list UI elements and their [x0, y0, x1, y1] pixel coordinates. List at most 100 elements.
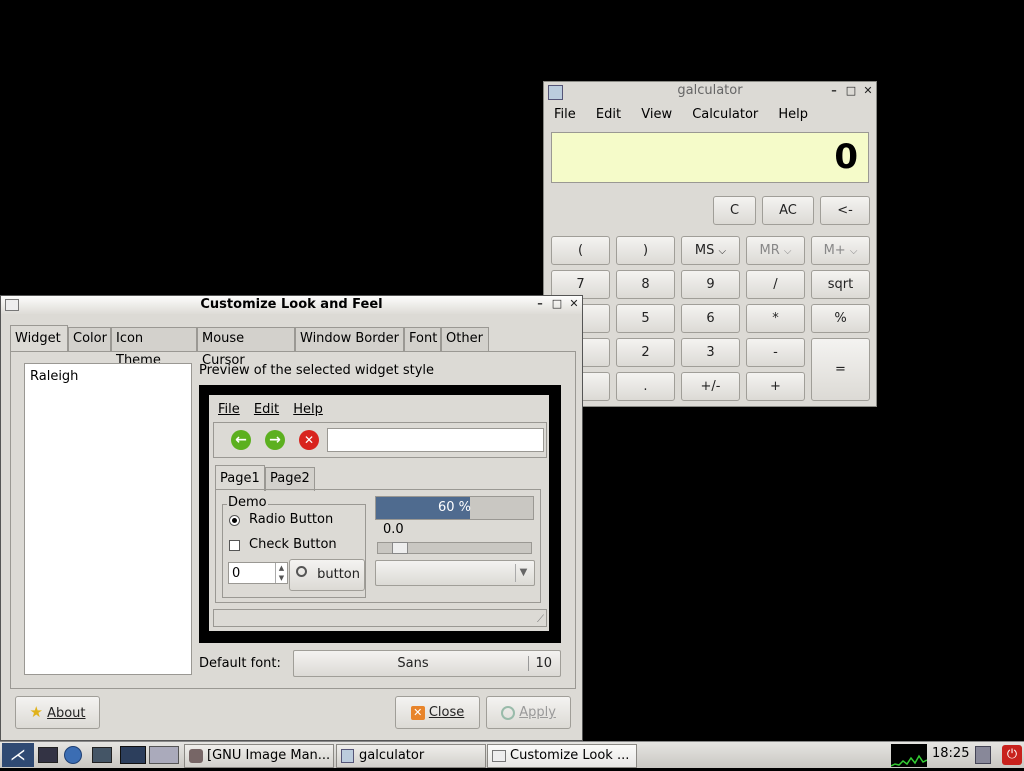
workspace-2-icon[interactable]	[149, 746, 179, 764]
key-equals[interactable]: =	[811, 338, 870, 401]
maximize-icon[interactable]: □	[550, 297, 564, 311]
key-9[interactable]: 9	[681, 270, 740, 299]
menu-file[interactable]: File	[546, 104, 584, 126]
preview-menubar: File Edit Help	[213, 399, 549, 421]
galculator-titlebar[interactable]: galculator – □ ✕	[544, 82, 876, 101]
close-button[interactable]: ✕ Close	[395, 696, 480, 729]
key-percent[interactable]: %	[811, 304, 870, 333]
minimize-icon[interactable]: –	[533, 297, 547, 311]
key-5[interactable]: 5	[616, 304, 675, 333]
demo-frame-label: Demo	[227, 495, 268, 510]
clock[interactable]: 18:25	[932, 746, 969, 761]
theme-item-raleigh[interactable]: Raleigh	[25, 364, 191, 389]
key-plus[interactable]: +	[746, 372, 805, 401]
tab-other[interactable]: Other	[441, 327, 489, 351]
font-name: Sans	[397, 656, 429, 671]
close-x-icon: ✕	[410, 706, 425, 720]
back-icon[interactable]: ←	[231, 430, 251, 450]
galculator-menubar: File Edit View Calculator Help	[546, 104, 876, 126]
cpu-graph-icon	[890, 754, 928, 767]
scale-trough[interactable]	[377, 542, 532, 554]
menu-calculator[interactable]: Calculator	[684, 104, 766, 126]
tab-widget[interactable]: Widget	[10, 325, 68, 351]
preview-menu-help[interactable]: Help	[288, 399, 328, 421]
menu-edit[interactable]: Edit	[588, 104, 629, 126]
memory-recall-button[interactable]: MR ⌵	[746, 236, 805, 265]
scale-slider-handle[interactable]	[392, 542, 408, 554]
task-customize-look[interactable]: Customize Look ...	[487, 744, 637, 768]
tab-icon-theme[interactable]: Icon Theme	[111, 327, 197, 368]
task-galculator[interactable]: galculator	[336, 744, 486, 768]
window-list-icon[interactable]	[92, 747, 112, 763]
apply-button[interactable]: Apply	[486, 696, 571, 729]
combo-box[interactable]: ▼	[375, 560, 535, 586]
all-clear-button[interactable]: AC	[762, 196, 814, 225]
task-customize-label: Customize Look ...	[510, 748, 630, 763]
key-8[interactable]: 8	[616, 270, 675, 299]
memory-add-button[interactable]: M+ ⌵	[811, 236, 870, 265]
progress-bar: 60 %	[375, 496, 534, 520]
chevron-down-icon: ⌵	[783, 246, 792, 257]
stop-icon[interactable]: ✕	[299, 430, 319, 450]
font-size: 10	[528, 656, 552, 671]
clear-button[interactable]: C	[713, 196, 756, 225]
open-paren-button[interactable]: (	[551, 236, 610, 265]
taskbar: ⋌ [GNU Image Man... galculator Customize…	[0, 741, 1024, 768]
laf-window: Customize Look and Feel – □ ✕ Widget Col…	[0, 295, 583, 741]
menu-help[interactable]: Help	[770, 104, 816, 126]
preview-entry[interactable]	[327, 428, 544, 452]
font-chooser-button[interactable]: Sans 10	[293, 650, 561, 677]
check-button-label[interactable]: Check Button	[249, 537, 337, 552]
laf-titlebar[interactable]: Customize Look and Feel – □ ✕	[1, 296, 582, 314]
close-icon[interactable]: ✕	[861, 84, 875, 98]
key-sqrt[interactable]: sqrt	[811, 270, 870, 299]
show-desktop-icon[interactable]	[38, 747, 58, 763]
close-label: Close	[428, 705, 465, 720]
spin-button[interactable]: 0 ▲ ▼	[228, 562, 288, 584]
task-gimp[interactable]: [GNU Image Man...	[184, 744, 334, 768]
key-multiply[interactable]: *	[746, 304, 805, 333]
menu-view[interactable]: View	[633, 104, 680, 126]
forward-icon[interactable]: →	[265, 430, 285, 450]
ms-label: MS	[694, 243, 715, 258]
radio-button-label[interactable]: Radio Button	[249, 512, 333, 527]
tab-window-border[interactable]: Window Border	[295, 327, 404, 351]
browser-icon[interactable]	[64, 746, 82, 764]
key-3[interactable]: 3	[681, 338, 740, 367]
demo-button[interactable]: button	[289, 559, 365, 591]
key-2[interactable]: 2	[616, 338, 675, 367]
resize-grip-icon[interactable]: ⟋	[537, 614, 544, 625]
preview-menu-edit[interactable]: Edit	[249, 399, 284, 421]
check-button-indicator[interactable]	[229, 540, 240, 551]
preview-tab-page1[interactable]: Page1	[215, 465, 265, 491]
start-menu-icon[interactable]: ⋌	[2, 743, 34, 767]
key-minus[interactable]: -	[746, 338, 805, 367]
gimp-icon	[189, 749, 203, 763]
maximize-icon[interactable]: □	[844, 84, 858, 98]
tab-color[interactable]: Color	[68, 327, 111, 351]
apply-icon	[501, 705, 516, 720]
preview-notebook: Page1 Page2 Demo Radio Button Check Butt…	[215, 465, 547, 603]
minimize-icon[interactable]: –	[827, 84, 841, 98]
theme-list[interactable]: Raleigh	[24, 363, 192, 675]
backspace-button[interactable]: <-	[820, 196, 870, 225]
key-decimal[interactable]: .	[616, 372, 675, 401]
close-paren-button[interactable]: )	[616, 236, 675, 265]
network-icon[interactable]	[975, 746, 991, 764]
chevron-down-icon: ▼	[515, 564, 531, 582]
tab-mouse-cursor[interactable]: Mouse Cursor	[197, 327, 295, 368]
key-6[interactable]: 6	[681, 304, 740, 333]
spin-arrows-icon[interactable]: ▲ ▼	[275, 563, 287, 583]
preview-tab-page2[interactable]: Page2	[265, 467, 315, 491]
power-icon[interactable]: ⏻	[1002, 745, 1022, 765]
tab-font[interactable]: Font	[404, 327, 441, 351]
radio-button-indicator[interactable]	[229, 515, 240, 526]
preview-menu-file[interactable]: File	[213, 399, 245, 421]
workspace-switcher-icon[interactable]	[120, 746, 146, 764]
preview-toolbar: ← → ✕	[213, 422, 547, 458]
memory-store-button[interactable]: MS ⌵	[681, 236, 740, 265]
key-sign[interactable]: +/-	[681, 372, 740, 401]
key-divide[interactable]: /	[746, 270, 805, 299]
close-icon[interactable]: ✕	[567, 297, 581, 311]
about-button[interactable]: ★ About	[15, 696, 100, 729]
